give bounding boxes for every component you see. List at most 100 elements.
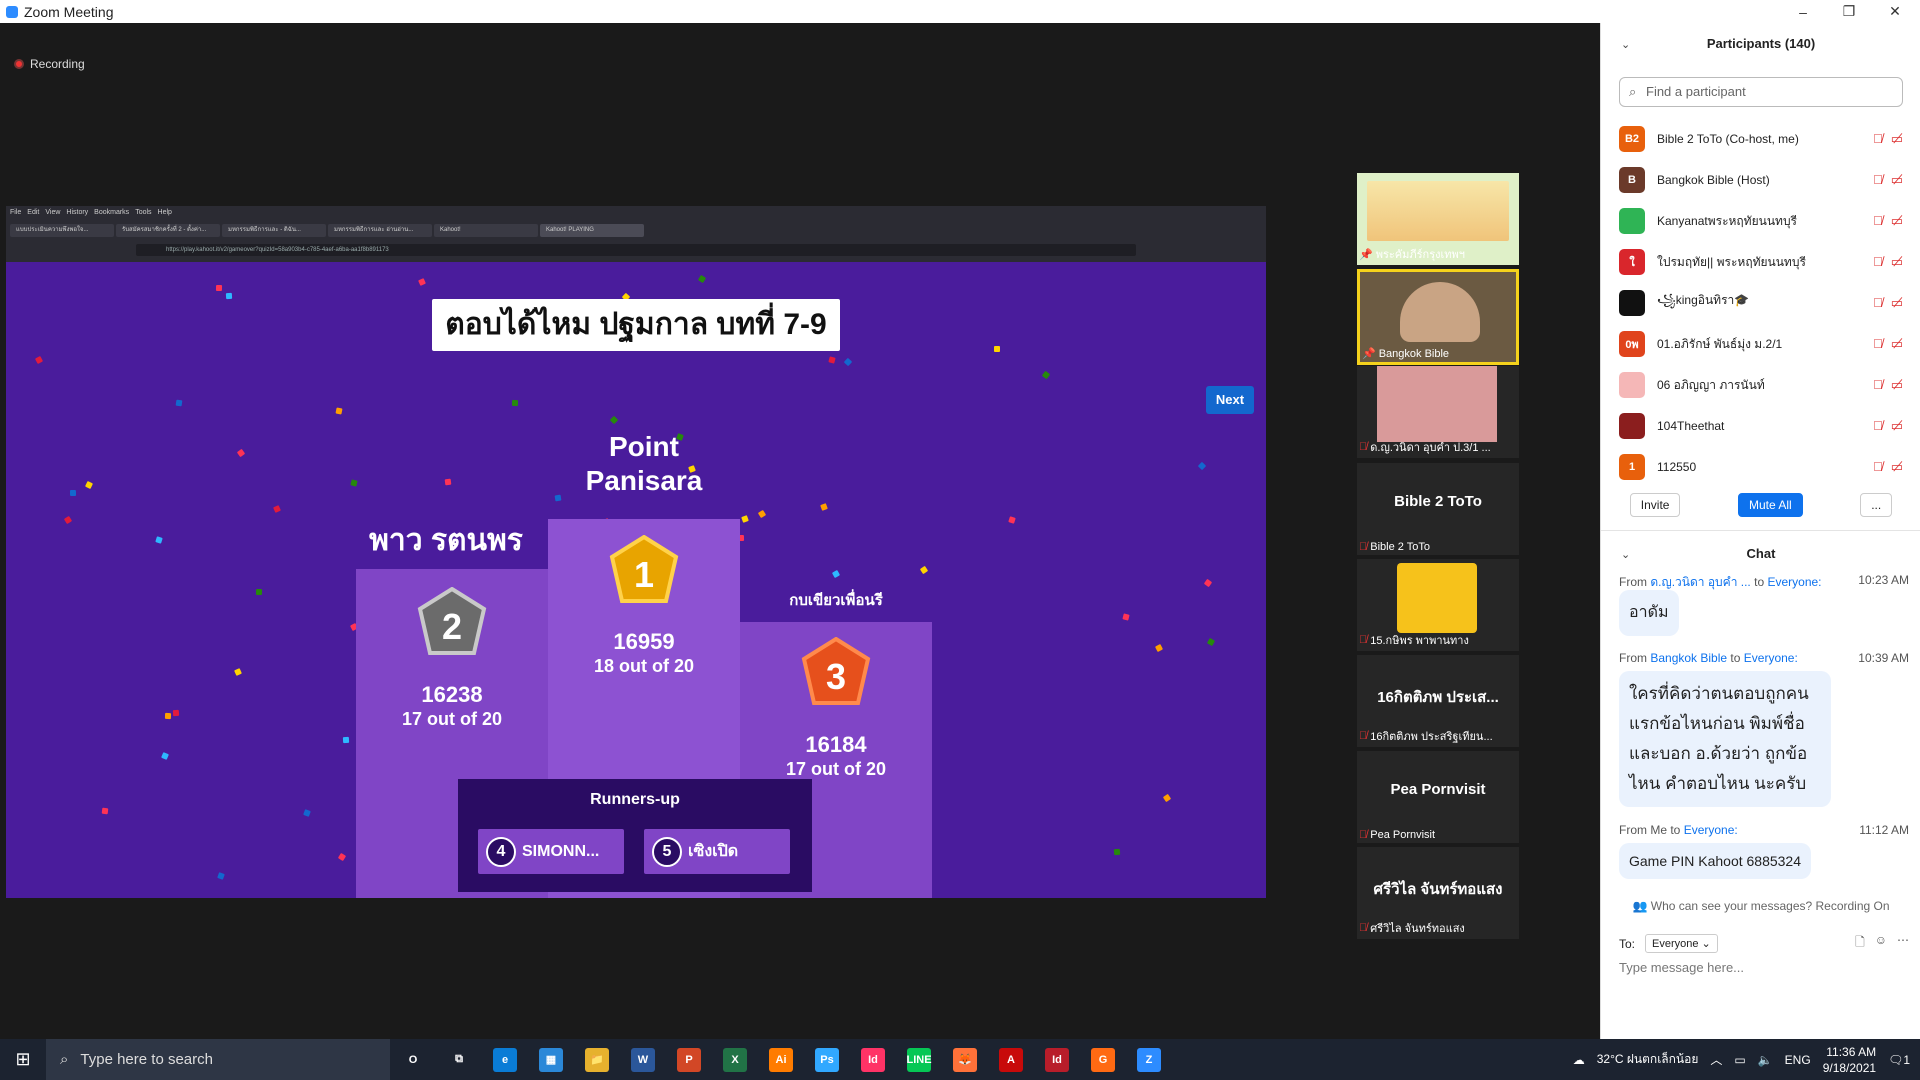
- confetti: [34, 355, 44, 365]
- browser-tab[interactable]: แบบประเมินความพึงพอใจ...: [10, 224, 114, 237]
- gold-medal-icon: 1: [609, 535, 679, 603]
- avatar: [1619, 290, 1645, 316]
- menu-history[interactable]: History: [66, 209, 88, 216]
- participant-row[interactable]: B Bangkok Bible (Host) 🎙̸ ▭̸: [1619, 160, 1903, 200]
- third-place-score: 16184 17 out of 20: [740, 732, 932, 782]
- taskbar-app[interactable]: LINE: [896, 1039, 942, 1080]
- video-tile[interactable]: ศรีวิไล จันทร์ทอแสง 🎙̸ ศรีวิไล จันทร์ทอแส…: [1357, 847, 1519, 939]
- participant-row[interactable]: B2 Bible 2 ToTo (Co-host, me) 🎙̸ ▭̸: [1619, 119, 1903, 159]
- chevron-up-icon[interactable]: ︿: [1710, 1051, 1722, 1068]
- participant-row[interactable]: ꧁kingอินทิรา🎓 🎙̸ ▭̸: [1619, 283, 1903, 323]
- taskbar-app[interactable]: e: [482, 1039, 528, 1080]
- speaker-video: [1400, 282, 1480, 342]
- emoji-icon[interactable]: ☺: [1875, 933, 1887, 954]
- muted-mic-icon: 🎙̸: [1872, 254, 1883, 269]
- app-icon: Ai: [769, 1047, 793, 1072]
- browser-tab[interactable]: Kahoot!: [434, 224, 538, 237]
- menu-bookmarks[interactable]: Bookmarks: [94, 209, 129, 216]
- participant-name-display: 16กิตติภพ ประเส...: [1377, 689, 1499, 706]
- side-panel: ⌄ Participants (140) ⌕ Find a participan…: [1600, 23, 1920, 1039]
- participants-title: Participants (140): [1706, 36, 1816, 51]
- app-icon: P: [677, 1047, 701, 1072]
- recipient[interactable]: Everyone:: [1684, 823, 1738, 837]
- minimize-button[interactable]: –: [1780, 0, 1826, 23]
- chat-bubble: อาดัม: [1619, 590, 1679, 636]
- search-icon: ⌕: [1629, 84, 1637, 99]
- recipient[interactable]: Everyone:: [1767, 575, 1821, 589]
- taskbar-app[interactable]: ▦: [528, 1039, 574, 1080]
- recording-indicator[interactable]: Recording: [14, 57, 85, 71]
- video-tile[interactable]: Bible 2 ToTo 🎙̸ Bible 2 ToTo: [1357, 463, 1519, 555]
- browser-tab[interactable]: รับสมัครสมาชิกครั้งที่ 2 - ตั้งค่า...: [116, 224, 220, 237]
- menu-tools[interactable]: Tools: [135, 209, 151, 216]
- restore-button[interactable]: ❐: [1826, 0, 1872, 23]
- address-bar[interactable]: https://play.kahoot.it/v2/gameover?quizI…: [136, 244, 1136, 256]
- taskbar-app[interactable]: ⧉: [436, 1039, 482, 1080]
- taskbar-app[interactable]: A: [988, 1039, 1034, 1080]
- language-indicator[interactable]: ENG: [1785, 1053, 1811, 1067]
- menu-help[interactable]: Help: [158, 209, 172, 216]
- taskbar-app[interactable]: Ai: [758, 1039, 804, 1080]
- mute-all-button[interactable]: Mute All: [1737, 493, 1803, 517]
- from-label: From: [1619, 651, 1647, 665]
- taskbar-app[interactable]: G: [1080, 1039, 1126, 1080]
- video-tile-active-speaker[interactable]: 📌 Bangkok Bible: [1357, 269, 1519, 365]
- taskbar-app[interactable]: Ps: [804, 1039, 850, 1080]
- taskbar-app[interactable]: Id: [1034, 1039, 1080, 1080]
- clock[interactable]: 11:36 AM 9/18/2021: [1823, 1044, 1876, 1076]
- browser-tab-active[interactable]: Kahoot! PLAYING: [540, 224, 644, 237]
- weather[interactable]: 32°C ฝนตกเล็กน้อย: [1597, 1050, 1699, 1069]
- participant-row[interactable]: 06 อภิญญา ภารนันท์ 🎙̸ ▭̸: [1619, 365, 1903, 405]
- file-icon[interactable]: 🗋: [1855, 933, 1865, 954]
- taskbar-app[interactable]: W: [620, 1039, 666, 1080]
- chat-message-input[interactable]: Type message here...: [1619, 960, 1744, 975]
- participant-row[interactable]: Kanyanatพระหฤทัยนนทบุรี 🎙̸ ▭̸: [1619, 201, 1903, 241]
- participant-name: ศรีวิไล จันทร์ทอแสง: [1370, 923, 1465, 935]
- taskbar-app[interactable]: 🦊: [942, 1039, 988, 1080]
- recipient[interactable]: Everyone:: [1744, 651, 1798, 665]
- taskbar-app[interactable]: X: [712, 1039, 758, 1080]
- taskbar-app[interactable]: P: [666, 1039, 712, 1080]
- taskbar-app[interactable]: O: [390, 1039, 436, 1080]
- volume-icon[interactable]: 🔈: [1758, 1053, 1773, 1067]
- second-rank: 2: [442, 606, 462, 647]
- menu-edit[interactable]: Edit: [27, 209, 39, 216]
- taskbar-app[interactable]: 📁: [574, 1039, 620, 1080]
- chat-visibility-notice[interactable]: 👥 Who can see your messages? Recording O…: [1601, 899, 1920, 913]
- browser-tab[interactable]: มหกรรมพิธีการและ - ดิฉัน...: [222, 224, 326, 237]
- recipient-select[interactable]: Everyone ⌄: [1645, 934, 1718, 953]
- close-button[interactable]: ✕: [1872, 0, 1918, 23]
- confetti: [511, 399, 519, 407]
- sender-name[interactable]: Bangkok Bible: [1650, 651, 1727, 665]
- taskbar-app[interactable]: Id: [850, 1039, 896, 1080]
- participant-row[interactable]: 0พ 01.อภิรักษ์ พันธ์มุ่ง ม.2/1 🎙̸ ▭̸: [1619, 324, 1903, 364]
- next-button[interactable]: Next: [1206, 386, 1254, 414]
- shared-browser: File Edit View History Bookmarks Tools H…: [6, 206, 1266, 262]
- browser-tab[interactable]: มหกรรมพิธีการและ อ่านอ่าน...: [328, 224, 432, 237]
- taskbar-app[interactable]: Z: [1126, 1039, 1172, 1080]
- invite-button[interactable]: Invite: [1629, 493, 1681, 517]
- more-options-button[interactable]: ...: [1860, 493, 1893, 517]
- people-icon: 👥: [1632, 899, 1648, 913]
- video-tile[interactable]: 🎙̸ ด.ญ.วนิดา อุบคำ ป.3/1 ...: [1357, 366, 1519, 458]
- start-button[interactable]: ⊞: [0, 1039, 46, 1080]
- chat-title: Chat: [1746, 546, 1776, 561]
- video-tile[interactable]: Pea Pornvisit 🎙̸ Pea Pornvisit: [1357, 751, 1519, 843]
- video-tile[interactable]: 16กิตติภพ ประเส... 🎙̸ 16กิตติภพ ประสริฐเท…: [1357, 655, 1519, 747]
- video-tile[interactable]: 📌 พระคัมภีร์กรุงเทพฯ: [1357, 173, 1519, 265]
- menu-file[interactable]: File: [10, 209, 21, 216]
- video-tile[interactable]: 🎙̸ 15.กษิพร พาพานทาง: [1357, 559, 1519, 651]
- participant-search-input[interactable]: ⌕ Find a participant: [1619, 77, 1903, 107]
- confetti: [175, 399, 183, 407]
- participant-row[interactable]: ใ ใปรมฤทัย|| พระหฤทัยนนทบุรี 🎙̸ ▭̸: [1619, 242, 1903, 282]
- notification-icon[interactable]: 🗨1: [1888, 1053, 1910, 1067]
- muted-mic-icon: 🎙̸: [1359, 634, 1368, 646]
- taskbar-search[interactable]: ⌕ Type here to search: [46, 1039, 390, 1080]
- more-icon[interactable]: ⋯: [1897, 933, 1909, 954]
- network-icon[interactable]: ▭: [1734, 1053, 1745, 1067]
- sender-name[interactable]: ด.ญ.วนิดา อุบคำ ...: [1650, 575, 1750, 589]
- participant-row[interactable]: 104Theethat 🎙̸ ▭̸: [1619, 406, 1903, 446]
- participant-row[interactable]: 1 112550 🎙̸ ▭̸: [1619, 447, 1903, 487]
- third-score-value: 16184: [805, 732, 867, 757]
- menu-view[interactable]: View: [45, 209, 60, 216]
